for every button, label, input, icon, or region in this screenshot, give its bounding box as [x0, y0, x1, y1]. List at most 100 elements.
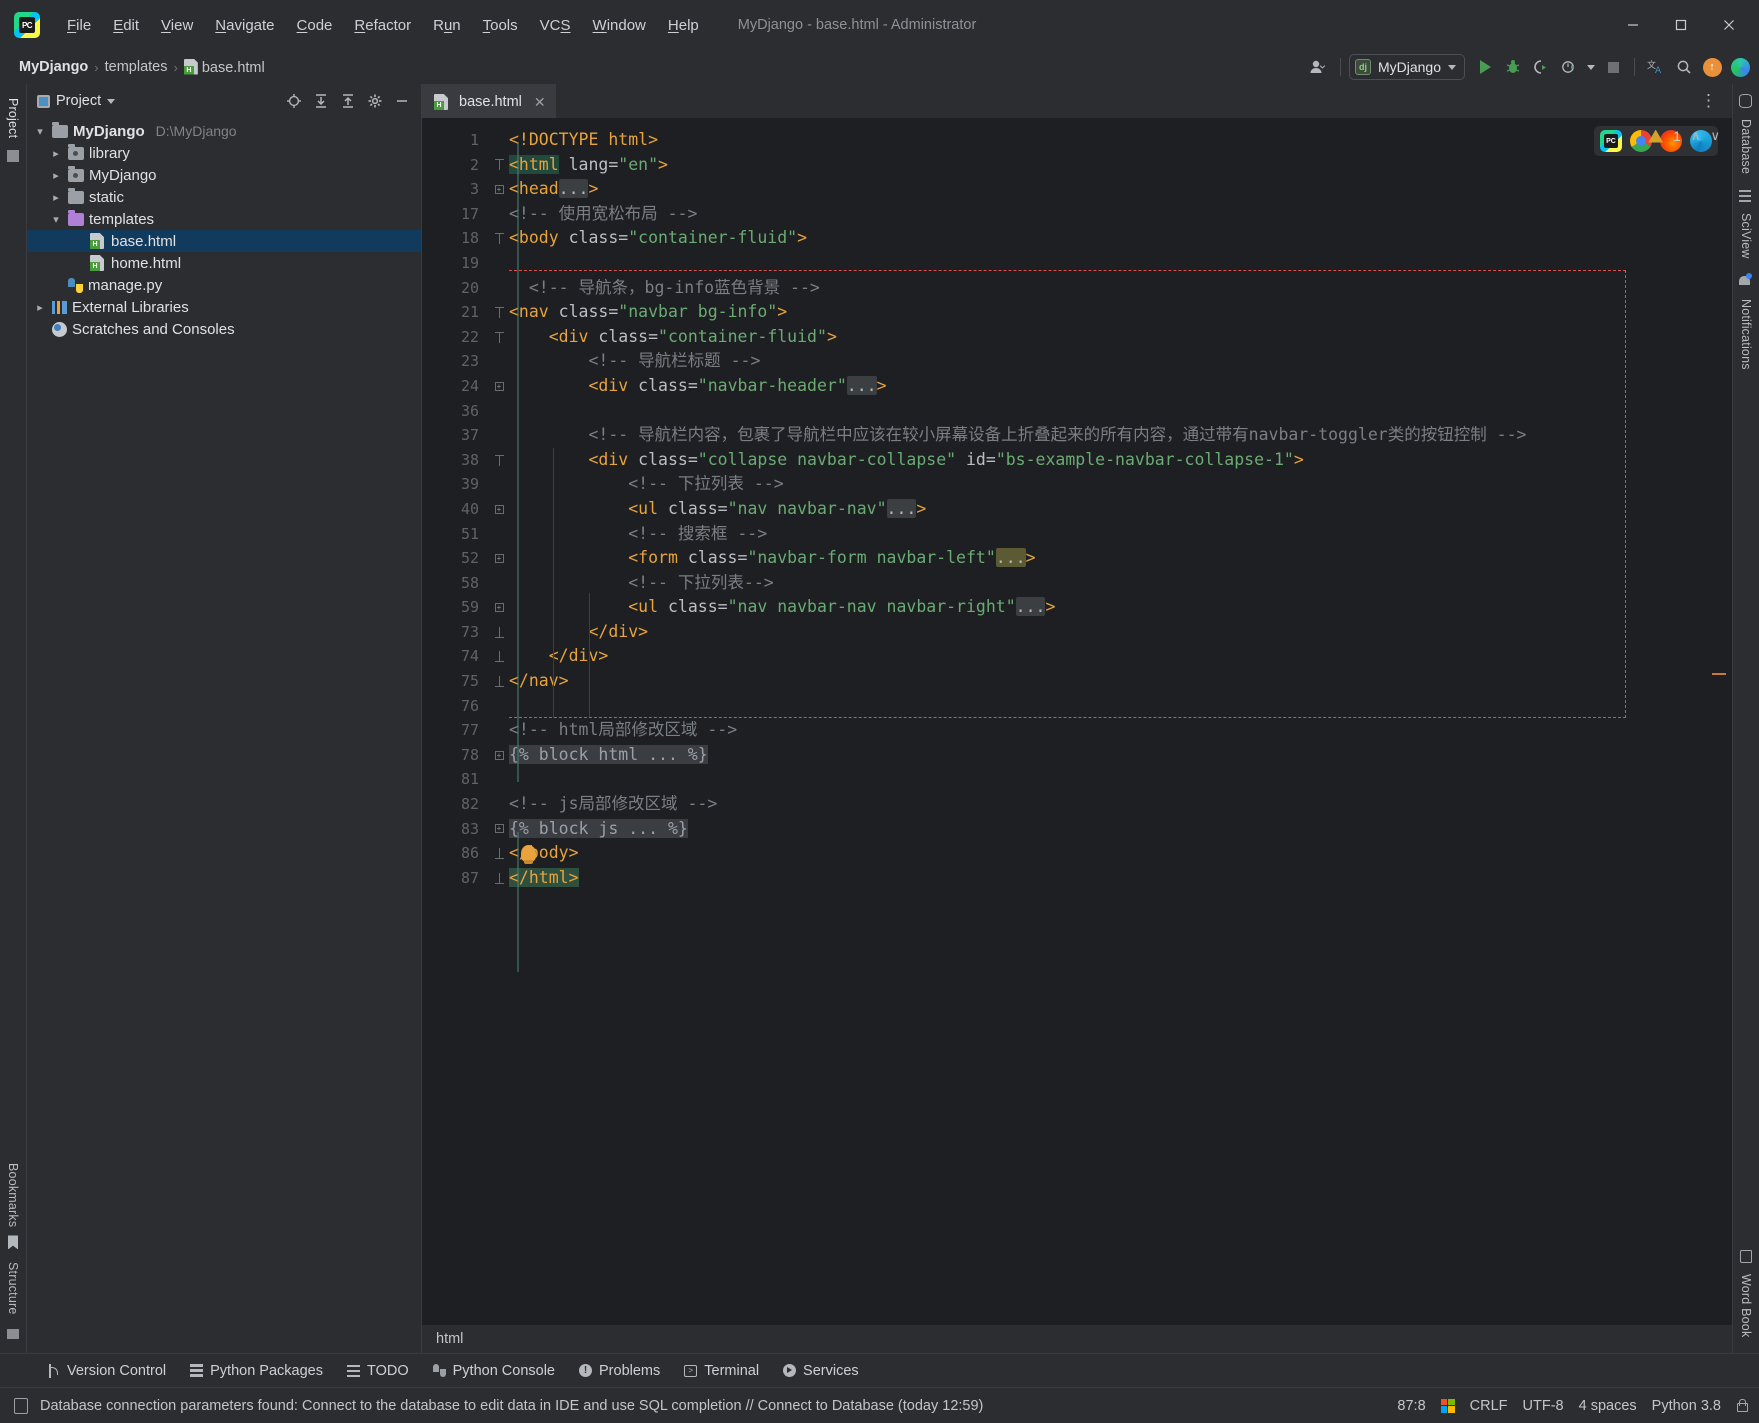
- tree-row-scratches[interactable]: ▸ Scratches and Consoles: [27, 318, 421, 340]
- menu-vcs[interactable]: VCS: [529, 12, 582, 39]
- code-editor[interactable]: 1 2 3 17 18 19 20 21 22 23 24 36 37 38 39 40 51 52 58 59 73 7…: [422, 118, 1732, 1325]
- breadcrumb-file[interactable]: base.html: [179, 57, 270, 78]
- hide-panel-icon[interactable]: [389, 88, 415, 114]
- code-line[interactable]: <!-- js局部修改区域 -->: [509, 792, 1732, 817]
- menu-help[interactable]: Help: [657, 12, 710, 39]
- tool-terminal[interactable]: > Terminal: [672, 1359, 771, 1383]
- menu-file[interactable]: FFileile: [56, 12, 102, 39]
- rail-panel-icon[interactable]: [7, 150, 19, 163]
- editor-options-icon[interactable]: ⋮: [1694, 91, 1724, 111]
- rail-item-structure[interactable]: Structure: [6, 1256, 20, 1321]
- code-line[interactable]: <div class="navbar-header"...>: [509, 374, 1732, 399]
- chevron-down-icon[interactable]: ▾: [33, 125, 47, 138]
- code-text[interactable]: <!DOCTYPE html> <html lang="en"> <head...>…: [509, 118, 1732, 1325]
- breadcrumb-project[interactable]: MyDjango: [14, 57, 93, 77]
- menu-tools[interactable]: Tools: [472, 12, 529, 39]
- close-icon[interactable]: ✕: [534, 94, 546, 111]
- intention-bulb-icon[interactable]: [521, 845, 536, 865]
- code-line[interactable]: </html>: [509, 866, 1732, 891]
- fold-toggle-icon[interactable]: [489, 866, 509, 891]
- fold-toggle-icon[interactable]: [489, 669, 509, 694]
- profile-dropdown-icon[interactable]: [1584, 54, 1598, 80]
- fold-toggle-icon[interactable]: +: [489, 177, 509, 202]
- code-line[interactable]: <ul class="nav navbar-nav"...>: [509, 497, 1732, 522]
- fold-toggle-icon[interactable]: +: [489, 595, 509, 620]
- tree-row-templates[interactable]: ▾ templates: [27, 208, 421, 230]
- collapse-all-icon[interactable]: [335, 88, 361, 114]
- fold-toggle-icon[interactable]: [489, 226, 509, 251]
- windows-os-icon[interactable]: [1440, 1398, 1455, 1413]
- fold-toggle-icon[interactable]: +: [489, 497, 509, 522]
- fold-toggle-icon[interactable]: +: [489, 817, 509, 842]
- code-line[interactable]: {% block js ... %}: [509, 817, 1732, 842]
- fold-toggle-icon[interactable]: [489, 644, 509, 669]
- caret-position[interactable]: 87:8: [1397, 1398, 1425, 1414]
- run-configuration-selector[interactable]: dj MyDjango: [1348, 54, 1465, 80]
- menu-window[interactable]: Window: [582, 12, 657, 39]
- fold-toggle-icon[interactable]: [489, 153, 509, 178]
- fold-toggle-icon[interactable]: [489, 841, 509, 866]
- code-line[interactable]: <!-- 下拉列表-->: [509, 571, 1732, 596]
- rail-item-project[interactable]: Project: [6, 92, 20, 144]
- code-line[interactable]: </body>: [509, 841, 1732, 866]
- fold-toggle-icon[interactable]: +: [489, 546, 509, 571]
- tool-problems[interactable]: ! Problems: [567, 1359, 672, 1383]
- tool-python-console[interactable]: Python Console: [421, 1359, 567, 1383]
- next-problem-icon[interactable]: ∨: [1710, 128, 1720, 144]
- code-line[interactable]: <body class="container-fluid">: [509, 226, 1732, 251]
- rail-item-word-book[interactable]: Word Book: [1739, 1268, 1753, 1343]
- close-button[interactable]: [1705, 5, 1753, 45]
- code-line[interactable]: <!-- 导航栏内容，包裹了导航栏中应该在较小屏幕设备上折叠起来的所有内容，通过…: [509, 423, 1732, 448]
- ai-assistant-icon[interactable]: [1727, 54, 1753, 80]
- code-line[interactable]: <ul class="nav navbar-nav navbar-right".…: [509, 595, 1732, 620]
- menu-code[interactable]: Code: [286, 12, 344, 39]
- tree-row-static[interactable]: ▸ static: [27, 186, 421, 208]
- menu-refactor[interactable]: Refactor: [343, 12, 422, 39]
- indent-setting[interactable]: 4 spaces: [1579, 1398, 1637, 1414]
- tree-row-external-libraries[interactable]: ▸ External Libraries: [27, 296, 421, 318]
- chevron-down-icon[interactable]: ▾: [49, 213, 63, 226]
- lock-icon[interactable]: [1736, 1399, 1748, 1412]
- previous-problem-icon[interactable]: ∧: [1691, 128, 1701, 144]
- code-line[interactable]: <!-- html局部修改区域 -->: [509, 718, 1732, 743]
- tab-base-html[interactable]: base.html ✕: [422, 84, 556, 118]
- stop-button[interactable]: [1600, 54, 1626, 80]
- tree-row-home-html[interactable]: ▸ home.html: [27, 252, 421, 274]
- code-line[interactable]: <!-- 搜索框 -->: [509, 522, 1732, 547]
- expand-all-icon[interactable]: [308, 88, 334, 114]
- run-with-coverage-icon[interactable]: [1528, 54, 1554, 80]
- code-line[interactable]: <!DOCTYPE html>: [509, 128, 1732, 153]
- tree-row-base-html[interactable]: ▸ base.html: [27, 230, 421, 252]
- chevron-right-icon[interactable]: ▸: [49, 147, 63, 160]
- code-line[interactable]: [509, 767, 1732, 792]
- minimize-button[interactable]: [1609, 5, 1657, 45]
- code-line[interactable]: [509, 694, 1732, 719]
- fold-toggle-icon[interactable]: [489, 300, 509, 325]
- tool-todo[interactable]: TODO: [335, 1359, 421, 1383]
- tree-row-mydjango-module[interactable]: ▸ MyDjango: [27, 164, 421, 186]
- rail-item-sciview[interactable]: SciView: [1739, 207, 1753, 265]
- rail-item-database[interactable]: Database: [1739, 113, 1753, 180]
- code-line[interactable]: <!-- 下拉列表 -->: [509, 472, 1732, 497]
- fold-toggle-icon[interactable]: [489, 325, 509, 350]
- code-line[interactable]: [509, 399, 1732, 424]
- status-message[interactable]: Database connection parameters found: Co…: [40, 1398, 983, 1414]
- tree-row-library[interactable]: ▸ library: [27, 142, 421, 164]
- menu-navigate[interactable]: Navigate: [204, 12, 285, 39]
- code-line[interactable]: <!-- 导航栏标题 -->: [509, 349, 1732, 374]
- tree-row-manage-py[interactable]: ▸ manage.py: [27, 274, 421, 296]
- fold-toggle-icon[interactable]: [489, 448, 509, 473]
- code-folding-gutter[interactable]: + + + + + + +: [489, 118, 509, 1325]
- user-account-icon[interactable]: [1306, 54, 1332, 80]
- file-encoding[interactable]: UTF-8: [1523, 1398, 1564, 1414]
- fold-toggle-icon[interactable]: [489, 620, 509, 645]
- code-line[interactable]: <div class="collapse navbar-collapse" id…: [509, 448, 1732, 473]
- run-button[interactable]: [1472, 54, 1498, 80]
- python-interpreter[interactable]: Python 3.8: [1652, 1398, 1721, 1414]
- profile-icon[interactable]: [1556, 54, 1582, 80]
- chevron-right-icon[interactable]: ▸: [33, 301, 47, 314]
- locate-icon[interactable]: [281, 88, 307, 114]
- chevron-right-icon[interactable]: ▸: [49, 169, 63, 182]
- fold-toggle-icon[interactable]: +: [489, 743, 509, 768]
- database-icon[interactable]: [14, 1397, 28, 1414]
